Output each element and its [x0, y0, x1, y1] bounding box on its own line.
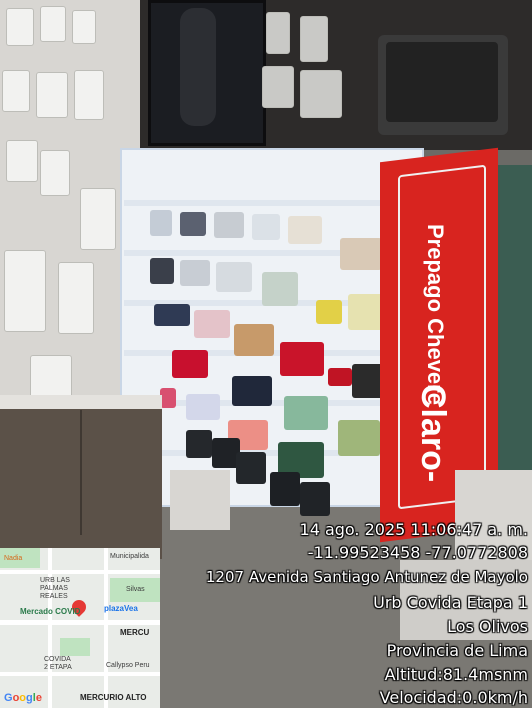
- brand-logo: Claro-: [414, 384, 452, 483]
- map-road: [0, 672, 160, 676]
- accessory-package: [6, 8, 34, 46]
- accessory-package: [72, 10, 96, 44]
- accessory-package: [40, 6, 66, 42]
- map-label: Nadia: [4, 555, 23, 562]
- stamp-street: 1207 Avenida Santiago Antunez de Mayolo: [205, 568, 528, 586]
- stamp-coordinates: -11.99523458 -77.0772808: [307, 543, 528, 562]
- map-label: MERCURIO ALTO: [80, 693, 147, 702]
- phone-case: [160, 388, 176, 408]
- phone-case: [288, 216, 322, 244]
- remote-on-screen: [180, 8, 216, 126]
- map-label: Callypso Peru: [106, 662, 150, 669]
- accessory-package: [300, 70, 342, 118]
- phone-case: [232, 376, 272, 406]
- accessory-package: [2, 70, 30, 112]
- case-shelf: [124, 200, 416, 206]
- phone-case: [180, 212, 206, 236]
- phone-box: [270, 472, 300, 506]
- phone-case: [284, 396, 328, 430]
- phone-case: [348, 294, 384, 330]
- stamp-province: Provincia de Lima: [386, 641, 528, 660]
- google-logo: Google: [4, 692, 42, 704]
- phone-case: [280, 342, 324, 376]
- phone-case: [150, 210, 172, 236]
- phone-box: [236, 452, 266, 484]
- phone-case: [214, 212, 244, 238]
- map-label: Silvas: [126, 586, 145, 593]
- phone-case: [172, 350, 208, 378]
- phone-case: [340, 238, 382, 270]
- phone-case: [154, 304, 190, 326]
- map-road: [48, 548, 52, 708]
- accessory-package: [262, 66, 294, 108]
- phone-box: [300, 482, 330, 516]
- accessory-package: [4, 250, 46, 332]
- map-label: Municipalida: [110, 553, 149, 560]
- map-label: MERCU: [120, 628, 150, 637]
- phone-case: [262, 272, 298, 306]
- phone-case: [252, 214, 280, 240]
- accessory-package: [6, 140, 38, 182]
- phone-case: [328, 368, 352, 386]
- accessory-package: [266, 12, 290, 54]
- stamp-neighborhood: Urb Covida Etapa 1: [373, 593, 528, 612]
- accessory-package: [300, 16, 328, 62]
- accessory-package: [40, 150, 70, 196]
- monitor-screen: [386, 42, 498, 122]
- phone-case: [338, 420, 380, 456]
- phone-case: [194, 310, 230, 338]
- map-label: COVIDA 2 ETAPA: [44, 656, 72, 671]
- phone-box: [186, 430, 212, 458]
- phone-case: [180, 260, 210, 286]
- side-display-case: [498, 165, 532, 505]
- map-label: URB LAS PALMAS REALES: [40, 577, 70, 600]
- stamp-speed: Velocidad:0.0km/h: [379, 688, 528, 707]
- brand-text-top: Prepago Chevere: [423, 224, 448, 405]
- phone-case: [186, 394, 220, 420]
- map-label: plazaVea: [104, 604, 138, 613]
- map-road: [0, 620, 160, 625]
- phone-case: [216, 262, 252, 292]
- phone-case: [234, 324, 274, 356]
- stamp-altitude: Altitud:81.4msnm: [384, 665, 528, 684]
- map-label: Mercado COVID: [20, 607, 81, 616]
- cabinet-divider: [80, 410, 82, 535]
- map-road: [0, 570, 160, 574]
- phone-case: [316, 300, 342, 324]
- park-area: [60, 638, 90, 656]
- map-road: [104, 548, 108, 708]
- accessory-package: [58, 262, 94, 334]
- accessory-package: [36, 72, 68, 118]
- floor-tile: [170, 470, 230, 530]
- phone-case: [150, 258, 174, 284]
- accessory-package: [80, 188, 116, 250]
- stamp-district: Los Olivos: [447, 617, 528, 636]
- stamp-datetime: 14 ago. 2025 11:06:47 a. m.: [299, 520, 528, 539]
- accessory-package: [74, 70, 104, 120]
